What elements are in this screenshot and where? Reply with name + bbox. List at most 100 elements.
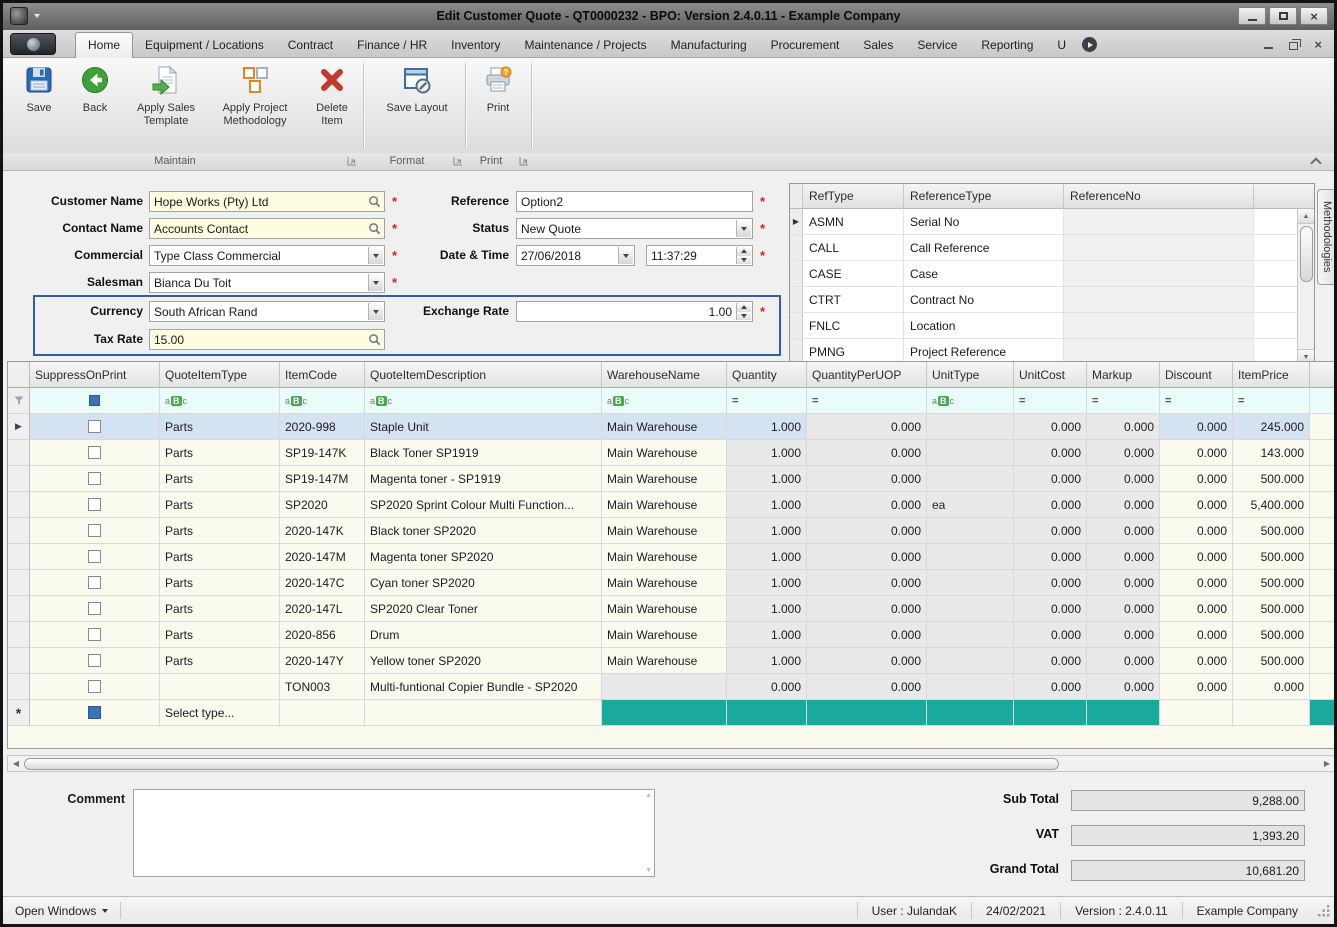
grid-cell-itemprice[interactable]: 500.000 — [1233, 596, 1310, 622]
grid-cell-warehousename[interactable]: Main Warehouse — [602, 648, 727, 674]
grid-header-warehousename[interactable]: WarehouseName — [602, 362, 727, 388]
grid-cell-quoteitemdescription[interactable]: Black toner SP2020 — [365, 518, 602, 544]
grid-cell-unittype[interactable] — [927, 466, 1014, 492]
grid-cell-warehousename[interactable]: Main Warehouse — [602, 466, 727, 492]
ribbon-tab-maintenance-projects[interactable]: Maintenance / Projects — [513, 33, 659, 58]
quote-item-row[interactable]: Parts2020-147CCyan toner SP2020Main Ware… — [8, 570, 1335, 596]
grid-cell-quantity[interactable]: 1.000 — [727, 596, 807, 622]
suppress-on-print-cell[interactable] — [30, 518, 160, 544]
suppress-checkbox[interactable] — [88, 498, 101, 511]
refgrid-row[interactable]: CTRTContract No — [790, 287, 1314, 313]
quote-item-row[interactable]: ▶Parts2020-998Staple UnitMain Warehouse1… — [8, 414, 1335, 440]
grid-cell-quantityperuop[interactable]: 0.000 — [807, 570, 927, 596]
search-icon[interactable] — [368, 222, 381, 238]
minimize-button[interactable] — [1238, 7, 1266, 25]
grid-cell-unitcost[interactable]: 0.000 — [1014, 544, 1087, 570]
suppress-on-print-cell[interactable] — [30, 544, 160, 570]
grid-cell-itemprice[interactable] — [1233, 700, 1310, 726]
grid-cell-itemprice[interactable]: 500.000 — [1233, 622, 1310, 648]
grid-cell-unitcost[interactable]: 0.000 — [1014, 622, 1087, 648]
open-windows-button[interactable]: Open Windows — [3, 902, 121, 918]
dropdown-button[interactable] — [618, 247, 633, 264]
grid-cell-quantity[interactable]: 1.000 — [727, 466, 807, 492]
scrollbar-thumb[interactable] — [24, 758, 1059, 770]
grid-cell-quantityperuop[interactable]: 0.000 — [807, 544, 927, 570]
grid-cell-unitcost[interactable]: 0.000 — [1014, 570, 1087, 596]
grid-cell-discount[interactable]: 0.000 — [1160, 466, 1233, 492]
dialog-launcher-icon[interactable] — [519, 156, 530, 167]
grid-cell-quantityperuop[interactable]: 0.000 — [807, 414, 927, 440]
save-button[interactable]: Save — [13, 64, 65, 115]
mdi-minimize-icon[interactable] — [1264, 47, 1273, 49]
grid-cell-discount[interactable]: 0.000 — [1160, 492, 1233, 518]
grid-cell-quantity[interactable]: 1.000 — [727, 648, 807, 674]
grid-cell-warehousename[interactable]: Main Warehouse — [602, 492, 727, 518]
grid-cell-quoteitemdescription[interactable]: Drum — [365, 622, 602, 648]
save-layout-button[interactable]: Save Layout — [375, 64, 459, 115]
grid-cell-itemcode[interactable]: SP19-147M — [280, 466, 365, 492]
grid-cell-quoteitemdescription[interactable] — [365, 700, 602, 726]
grid-header-itemcode[interactable]: ItemCode — [280, 362, 365, 388]
filter-quoteitemdescription[interactable]: aBc — [365, 388, 602, 414]
mdi-close-icon[interactable]: × — [1314, 38, 1322, 51]
grid-cell-quantityperuop[interactable]: 0.000 — [807, 674, 927, 700]
quote-item-row[interactable]: PartsSP19-147KBlack Toner SP1919Main War… — [8, 440, 1335, 466]
ribbon-tab-procurement[interactable]: Procurement — [759, 33, 852, 58]
grid-cell-itemprice[interactable]: 500.000 — [1233, 544, 1310, 570]
grid-header-markup[interactable]: Markup — [1087, 362, 1160, 388]
grid-cell-unittype[interactable]: ea — [927, 492, 1014, 518]
grid-cell-quoteitemdescription[interactable]: Multi-funtional Copier Bundle - SP2020 — [365, 674, 602, 700]
grid-cell-markup[interactable]: 0.000 — [1087, 518, 1160, 544]
grid-cell-markup[interactable]: 0.000 — [1087, 492, 1160, 518]
title-bar[interactable]: Edit Customer Quote - QT0000232 - BPO: V… — [3, 3, 1334, 30]
grid-cell-itemprice[interactable]: 500.000 — [1233, 518, 1310, 544]
grid-cell-quoteitemdescription[interactable]: Magenta toner - SP1919 — [365, 466, 602, 492]
grid-cell-warehousename[interactable]: Main Warehouse — [602, 570, 727, 596]
suppress-on-print-cell[interactable] — [30, 648, 160, 674]
grid-cell-quantityperuop[interactable]: 0.000 — [807, 596, 927, 622]
filter-discount[interactable]: = — [1160, 388, 1233, 414]
grid-header-quoteitemdescription[interactable]: QuoteItemDescription — [365, 362, 602, 388]
grid-cell-unitcost[interactable]: 0.000 — [1014, 440, 1087, 466]
close-button[interactable]: × — [1300, 7, 1328, 25]
grid-cell-quoteitemtype[interactable]: Parts — [160, 570, 280, 596]
spin-down-icon[interactable] — [737, 312, 751, 321]
grid-header-unittype[interactable]: UnitType — [927, 362, 1014, 388]
grid-cell-quoteitemtype[interactable]: Parts — [160, 492, 280, 518]
grid-cell-itemcode[interactable]: TON003 — [280, 674, 365, 700]
refgrid-cell[interactable]: ASMN — [803, 209, 904, 234]
suppress-checkbox[interactable] — [88, 706, 101, 719]
customer-name-field[interactable]: Hope Works (Pty) Ltd — [149, 191, 385, 212]
grid-cell-quantity[interactable]: 1.000 — [727, 570, 807, 596]
grid-cell-itemcode[interactable]: 2020-147M — [280, 544, 365, 570]
grid-cell-quoteitemdescription[interactable]: Black Toner SP1919 — [365, 440, 602, 466]
refgrid-header-referencetype[interactable]: ReferenceType — [904, 184, 1064, 208]
ribbon-tab-manufacturing[interactable]: Manufacturing — [659, 33, 759, 58]
ribbon-tab-sales[interactable]: Sales — [851, 33, 905, 58]
grid-cell-markup[interactable]: 0.000 — [1087, 466, 1160, 492]
dialog-launcher-icon[interactable] — [347, 156, 358, 167]
suppress-checkbox[interactable] — [88, 576, 101, 589]
dialog-launcher-icon[interactable] — [453, 156, 464, 167]
grid-cell-itemcode[interactable]: 2020-147L — [280, 596, 365, 622]
scroll-up-icon[interactable]: ▲ — [1298, 209, 1314, 224]
grid-cell-unittype[interactable] — [927, 596, 1014, 622]
grid-cell-quoteitemtype[interactable]: Parts — [160, 596, 280, 622]
quote-item-row[interactable]: Parts2020-147KBlack toner SP2020Main War… — [8, 518, 1335, 544]
suppress-checkbox[interactable] — [88, 680, 101, 693]
spin-up-icon[interactable] — [737, 303, 751, 312]
grid-cell-unittype[interactable] — [927, 700, 1014, 726]
filter-quoteitemtype[interactable]: aBc — [160, 388, 280, 414]
grid-cell-quoteitemtype[interactable]: Select type... — [160, 700, 280, 726]
grid-cell-quantity[interactable]: 0.000 — [727, 674, 807, 700]
refgrid-scrollbar[interactable]: ▲ ▼ — [1297, 209, 1314, 364]
grid-cell-quantity[interactable]: 1.000 — [727, 544, 807, 570]
suppress-checkbox[interactable] — [88, 446, 101, 459]
grid-cell-markup[interactable]: 0.000 — [1087, 648, 1160, 674]
grid-cell-quantityperuop[interactable]: 0.000 — [807, 440, 927, 466]
delete-item-button[interactable]: Delete Item — [305, 64, 359, 128]
quote-item-row[interactable]: Parts2020-147LSP2020 Clear TonerMain War… — [8, 596, 1335, 622]
ribbon-tab-u[interactable]: U — [1045, 33, 1078, 58]
currency-dropdown[interactable]: South African Rand — [149, 301, 385, 322]
filter-markup[interactable]: = — [1087, 388, 1160, 414]
